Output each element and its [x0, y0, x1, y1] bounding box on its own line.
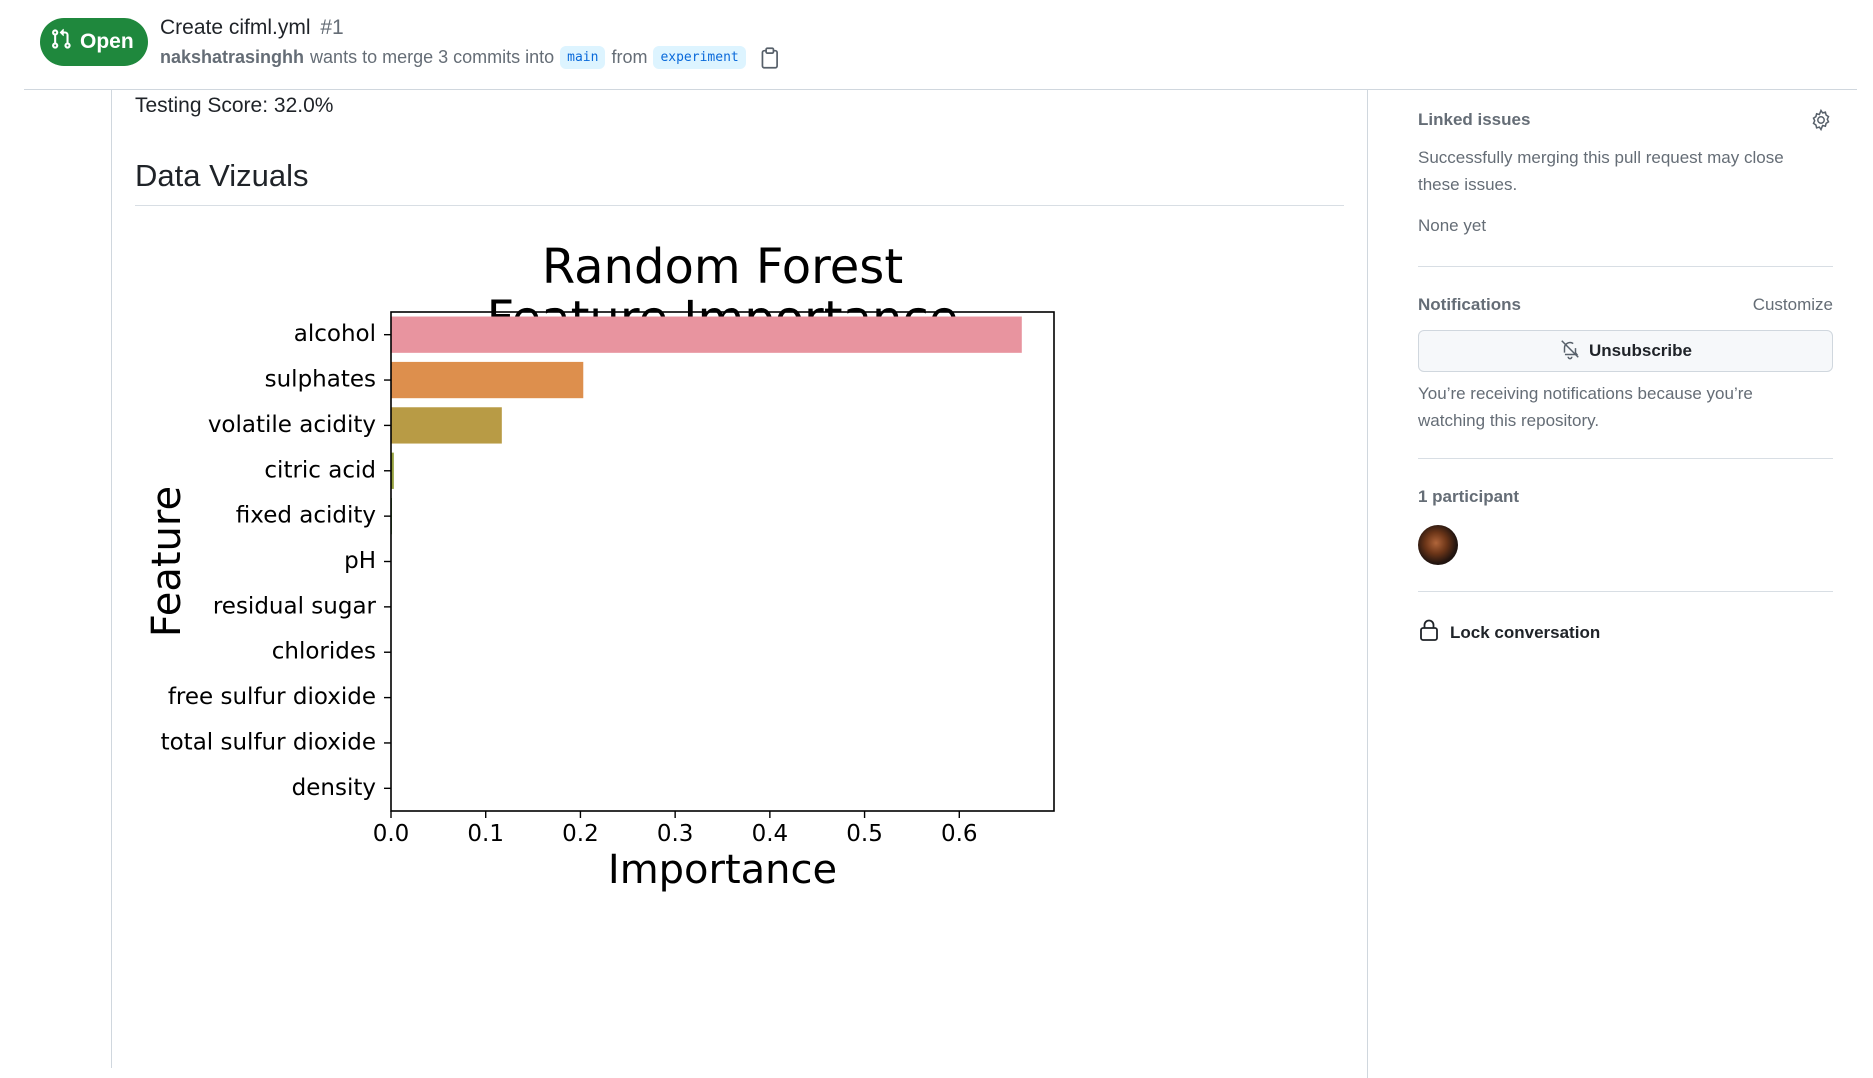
notifications-description: You’re receiving notifications because y…: [1418, 384, 1753, 430]
linked-issues-section: Linked issues Successfully merging this …: [1418, 90, 1833, 267]
feature-importance-chart: Random Forest Feature Importance alcohol su…: [135, 230, 1285, 1070]
sidebar: Linked issues Successfully merging this …: [1418, 90, 1833, 647]
chart-title-line: Random Forest: [542, 239, 903, 295]
pr-title-line: Create cifml.yml #1: [160, 16, 344, 40]
x-axis-label: Importance: [608, 847, 837, 893]
testing-score: Testing Score: 32.0%: [135, 94, 334, 117]
author-link[interactable]: nakshatrasinghh: [160, 47, 304, 68]
participants-section: 1 participant: [1418, 459, 1833, 592]
state-badge-open: Open: [40, 18, 148, 66]
bar-volatile-acidity: [391, 407, 502, 444]
bar-alcohol: [391, 316, 1022, 353]
heading-rule: [135, 205, 1344, 206]
pr-merge-meta: nakshatrasinghh wants to merge 3 commits…: [160, 46, 780, 69]
pr-title: Create cifml.yml: [160, 16, 311, 39]
unsubscribe-label: Unsubscribe: [1589, 341, 1692, 360]
linked-issues-heading: Linked issues: [1418, 110, 1531, 129]
from-text: from: [611, 47, 648, 67]
chart-svg: Random Forest Feature Importance alcohol su…: [144, 239, 1055, 893]
y-tick-label: alcohol: [294, 321, 376, 347]
lock-label: Lock conversation: [1450, 622, 1601, 642]
customize-link[interactable]: Customize: [1753, 295, 1833, 315]
sidebar-divider: [1367, 90, 1368, 1078]
x-tick-label: 0.4: [752, 821, 789, 847]
x-tick-label: 0.2: [562, 821, 599, 847]
participants-heading: 1 participant: [1418, 487, 1520, 506]
base-branch[interactable]: main: [560, 46, 606, 69]
head-branch[interactable]: experiment: [653, 46, 746, 69]
y-tick-label: free sulfur dioxide: [168, 684, 376, 710]
y-tick-label: citric acid: [264, 457, 376, 483]
y-tick-label: density: [292, 775, 376, 801]
copy-icon[interactable]: [760, 46, 780, 69]
y-tick-label: residual sugar: [213, 593, 377, 619]
y-tick-label: fixed acidity: [236, 503, 376, 529]
lock-conversation-button[interactable]: Lock conversation: [1418, 592, 1833, 647]
bar-sulphates: [391, 361, 584, 399]
pr-header: Open Create cifml.yml #1 nakshatrasinghh…: [0, 0, 1873, 90]
linked-issues-empty: None yet: [1418, 216, 1487, 235]
notifications-section: Notifications Customize Unsubscribe You’…: [1418, 267, 1833, 459]
bell-slash-icon: [1559, 338, 1581, 365]
state-label: Open: [80, 30, 134, 53]
unsubscribe-button[interactable]: Unsubscribe: [1418, 330, 1833, 372]
section-heading: Data Vizuals: [135, 158, 309, 193]
x-tick-label: 0.5: [846, 821, 883, 847]
x-tick-label: 0.1: [467, 821, 504, 847]
x-tick-label: 0.3: [657, 821, 694, 847]
merge-text: wants to merge 3 commits into: [310, 47, 555, 67]
y-tick-label: sulphates: [265, 367, 376, 393]
y-tick-label: total sulfur dioxide: [161, 729, 376, 755]
y-axis-label: Feature: [144, 486, 190, 637]
y-tick-label: chlorides: [272, 639, 376, 665]
git-pull-request-icon: [50, 28, 72, 56]
linked-issues-description: Successfully merging this pull request m…: [1418, 148, 1784, 194]
gear-icon[interactable]: [1809, 108, 1833, 132]
x-tick-label: 0.0: [373, 821, 410, 847]
timeline-rule: [111, 90, 112, 1068]
x-tick-label: 0.6: [941, 821, 978, 847]
y-tick-label: pH: [344, 548, 376, 574]
y-tick-label: volatile acidity: [208, 412, 376, 438]
lock-icon: [1418, 618, 1440, 647]
avatar[interactable]: [1418, 525, 1458, 565]
pr-number: #1: [320, 16, 344, 39]
